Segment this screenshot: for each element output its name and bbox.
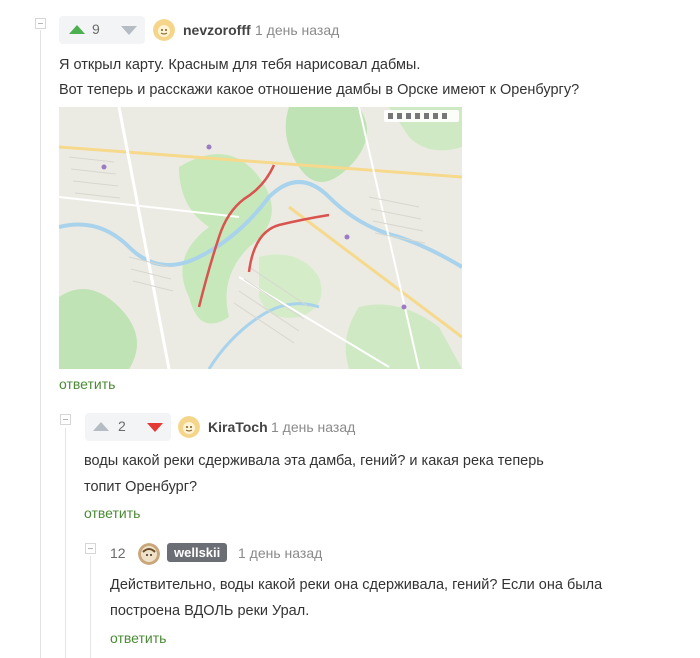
upvote-icon[interactable] (93, 422, 109, 431)
username[interactable]: KiraToch (208, 419, 268, 435)
comment-score: 12 (110, 545, 126, 561)
avatar[interactable] (138, 543, 160, 565)
reply-link[interactable]: ответить (84, 505, 140, 521)
username-badge[interactable]: wellskii (167, 543, 228, 562)
comment-score: 2 (118, 418, 126, 434)
avatar[interactable] (178, 416, 200, 438)
collapse-toggle[interactable] (35, 18, 46, 29)
comment-text-line: воды какой реки сдерживала эта дамба, ге… (84, 453, 544, 469)
map-image[interactable] (59, 107, 462, 369)
reply-link[interactable]: ответить (110, 630, 166, 646)
map-graphic (59, 107, 462, 369)
comment-score: 9 (92, 21, 100, 37)
username[interactable]: nevzorofff (183, 22, 251, 38)
downvote-icon[interactable] (147, 423, 163, 432)
comment-text-line: Вот теперь и расскажи какое отношение да… (59, 82, 580, 98)
comment-text-line: Действительно, воды какой реки она сдерж… (110, 577, 603, 593)
collapse-toggle[interactable] (60, 414, 71, 425)
avatar[interactable] (153, 19, 175, 41)
comment-text-line: топит Оренбург? (84, 479, 198, 495)
vote-box: 2 (85, 413, 171, 441)
downvote-icon[interactable] (121, 26, 137, 35)
comment-text-line: построена ВДОЛЬ реки Урал. (110, 603, 310, 619)
thread-line (40, 30, 41, 658)
thread-line (90, 556, 91, 658)
upvote-icon[interactable] (69, 25, 85, 34)
collapse-toggle[interactable] (85, 543, 96, 554)
timestamp[interactable]: 1 день назад (238, 545, 322, 561)
comment-text-line: Я открыл карту. Красным для тебя нарисов… (59, 57, 421, 73)
vote-box: 9 (59, 16, 145, 44)
reply-link[interactable]: ответить (59, 376, 115, 392)
thread-line (65, 428, 66, 658)
timestamp[interactable]: 1 день назад (255, 22, 339, 38)
timestamp[interactable]: 1 день назад (271, 419, 355, 435)
